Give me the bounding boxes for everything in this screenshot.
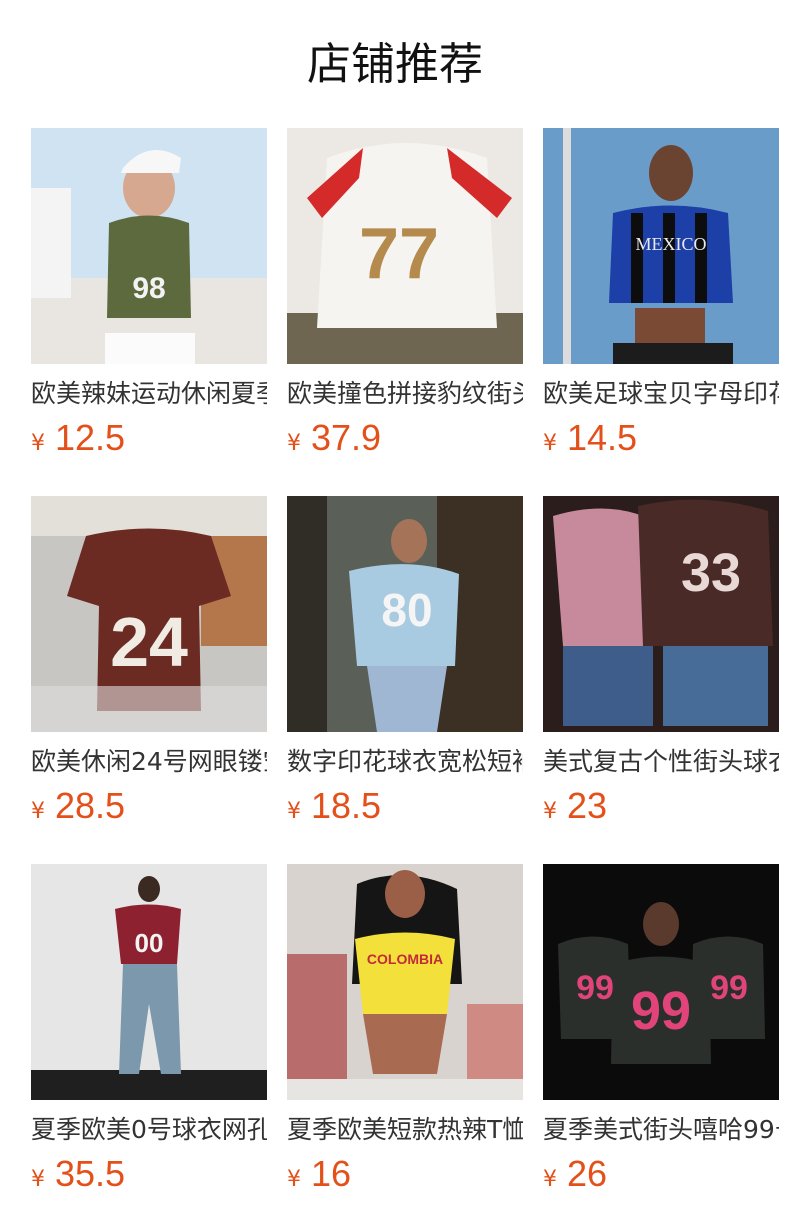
product-price: ¥12.5 — [31, 416, 125, 460]
product-price: ¥23 — [543, 784, 607, 828]
product-image[interactable]: 80 — [287, 496, 523, 732]
price-value: 23 — [567, 785, 608, 826]
product-title[interactable]: 数字印花球衣宽松短袖 — [287, 744, 523, 780]
product-photo-6: 33 — [543, 496, 779, 732]
product-photo-4: 24 — [31, 496, 267, 732]
product-title[interactable]: 夏季欧美短款热辣T恤 — [287, 1112, 523, 1148]
product-photo-7: 00 — [31, 864, 267, 1100]
product-price: ¥35.5 — [31, 1152, 125, 1196]
product-card[interactable]: 24 欧美休闲24号网眼镂空 ¥28.5 — [31, 496, 267, 841]
product-image[interactable]: 77 — [287, 128, 523, 364]
currency-symbol: ¥ — [31, 799, 45, 824]
product-photo-2: 77 — [287, 128, 523, 364]
page-title: 店铺推荐 — [307, 39, 483, 90]
svg-text:00: 00 — [135, 928, 164, 958]
product-price: ¥28.5 — [31, 784, 125, 828]
svg-text:99: 99 — [710, 969, 748, 1007]
product-photo-9: 99 99 99 — [543, 864, 779, 1100]
product-photo-3: MEXICO — [543, 128, 779, 364]
product-image[interactable]: 99 99 99 — [543, 864, 779, 1100]
product-price: ¥16 — [287, 1152, 351, 1196]
product-price: ¥18.5 — [287, 784, 381, 828]
product-card[interactable]: 98 欧美辣妹运动休闲夏季 ¥12.5 — [31, 128, 267, 473]
product-card[interactable]: 33 美式复古个性街头球衣 ¥23 — [543, 496, 779, 841]
svg-text:99: 99 — [576, 969, 614, 1007]
product-image[interactable]: MEXICO — [543, 128, 779, 364]
product-title[interactable]: 夏季欧美0号球衣网孔 — [31, 1112, 267, 1148]
product-photo-8: COLOMBIA — [287, 864, 523, 1100]
product-title[interactable]: 美式复古个性街头球衣 — [543, 744, 779, 780]
product-image[interactable]: 24 — [31, 496, 267, 732]
svg-text:77: 77 — [359, 214, 439, 294]
price-value: 16 — [311, 1153, 352, 1194]
product-price: ¥26 — [543, 1152, 607, 1196]
currency-symbol: ¥ — [543, 431, 557, 456]
price-value: 35.5 — [55, 1153, 126, 1194]
product-image[interactable]: COLOMBIA — [287, 864, 523, 1100]
currency-symbol: ¥ — [31, 431, 45, 456]
product-card[interactable]: 00 夏季欧美0号球衣网孔 ¥35.5 — [31, 864, 267, 1209]
product-title[interactable]: 欧美撞色拼接豹纹街头 — [287, 376, 523, 412]
currency-symbol: ¥ — [287, 431, 301, 456]
svg-text:99: 99 — [631, 981, 691, 1041]
product-card[interactable]: 77 欧美撞色拼接豹纹街头 ¥37.9 — [287, 128, 523, 473]
product-price: ¥37.9 — [287, 416, 381, 460]
product-card[interactable]: COLOMBIA 夏季欧美短款热辣T恤 ¥16 — [287, 864, 523, 1209]
product-grid: 98 欧美辣妹运动休闲夏季 ¥12.5 77 欧美撞色拼接豹纹街头 ¥37.9 — [31, 128, 779, 1208]
product-image[interactable]: 98 — [31, 128, 267, 364]
svg-text:COLOMBIA: COLOMBIA — [367, 951, 443, 967]
product-price: ¥14.5 — [543, 416, 637, 460]
price-value: 12.5 — [55, 417, 126, 458]
currency-symbol: ¥ — [543, 799, 557, 824]
product-card[interactable]: MEXICO 欧美足球宝贝字母印花 ¥14.5 — [543, 128, 779, 473]
price-value: 37.9 — [311, 417, 382, 458]
product-title[interactable]: 欧美辣妹运动休闲夏季 — [31, 376, 267, 412]
svg-text:98: 98 — [132, 272, 165, 305]
price-value: 26 — [567, 1153, 608, 1194]
price-value: 14.5 — [567, 417, 638, 458]
svg-text:MEXICO: MEXICO — [636, 234, 707, 254]
product-image[interactable]: 00 — [31, 864, 267, 1100]
svg-text:24: 24 — [110, 603, 188, 681]
product-title[interactable]: 欧美休闲24号网眼镂空 — [31, 744, 267, 780]
currency-symbol: ¥ — [543, 1167, 557, 1192]
price-value: 28.5 — [55, 785, 126, 826]
svg-text:33: 33 — [681, 543, 741, 603]
product-card[interactable]: 80 数字印花球衣宽松短袖 ¥18.5 — [287, 496, 523, 841]
svg-text:80: 80 — [381, 584, 432, 636]
currency-symbol: ¥ — [287, 799, 301, 824]
price-value: 18.5 — [311, 785, 382, 826]
product-photo-1: 98 — [31, 128, 267, 364]
currency-symbol: ¥ — [31, 1167, 45, 1192]
product-title[interactable]: 欧美足球宝贝字母印花 — [543, 376, 779, 412]
product-title[interactable]: 夏季美式街头嘻哈99号 — [543, 1112, 779, 1148]
product-photo-5: 80 — [287, 496, 523, 732]
currency-symbol: ¥ — [287, 1167, 301, 1192]
product-card[interactable]: 99 99 99 夏季美式街头嘻哈99号 ¥26 — [543, 864, 779, 1209]
product-image[interactable]: 33 — [543, 496, 779, 732]
